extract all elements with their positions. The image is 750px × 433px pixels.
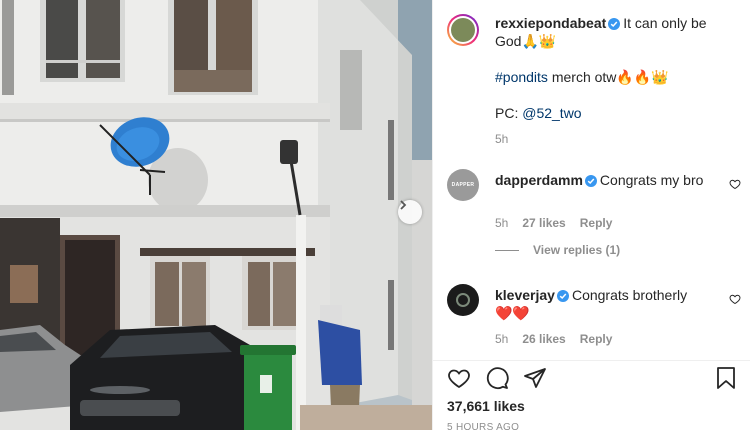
caption-line3: PC: @52_two [495,104,719,122]
commenter-username[interactable]: kleverjay [495,287,555,303]
comments-list[interactable]: rexxiepondabeat It can only be God🙏👑 #pon… [433,0,750,360]
house-photo [0,0,432,430]
commenter-avatar[interactable]: DAPPER [447,169,479,201]
heart-icon[interactable] [447,366,471,390]
reply-button[interactable]: Reply [580,332,613,346]
post-photo[interactable] [0,0,432,430]
comment-emoji: ❤️❤️ [495,305,530,321]
instagram-post: rexxiepondabeat It can only be God🙏👑 #pon… [0,0,750,433]
comment-icon[interactable] [485,366,509,390]
action-bar [447,366,738,392]
comments-panel: rexxiepondabeat It can only be God🙏👑 #pon… [432,0,750,433]
view-replies-button[interactable]: View replies (1) [495,243,620,257]
comment-item: DAPPER dapperdamm Congrats my bro 5h 27 li… [447,169,741,239]
posted-time[interactable]: 5 HOURS AGO [447,422,519,433]
caption-line2-text: merch otw [547,69,617,85]
divider [433,360,750,361]
comment-likes[interactable]: 27 likes [522,216,565,230]
heart-icon[interactable] [729,178,741,190]
carousel-next-button[interactable] [398,200,422,224]
hashtag-link[interactable]: #pondits [495,69,548,85]
caption-line1-emoji: 🙏👑 [521,33,557,49]
caption-text: rexxiepondabeat It can only be God🙏👑 #pon… [495,14,719,122]
caption-time[interactable]: 5h [495,132,508,146]
comment-text: kleverjay Congrats brotherly ❤️❤️ [495,286,719,322]
view-replies-label: View replies (1) [533,243,621,257]
photo-credit-label: PC: [495,105,523,121]
commenter-username[interactable]: dapperdamm [495,172,583,188]
author-username[interactable]: rexxiepondabeat [495,15,606,31]
reply-button[interactable]: Reply [580,216,613,230]
comment-time[interactable]: 5h [495,332,508,346]
paper-plane-icon[interactable] [523,366,547,390]
likes-count[interactable]: 37,661 likes [447,398,525,414]
caption-line2-emoji: 🔥🔥👑 [616,69,669,85]
author-avatar[interactable] [447,14,479,46]
comment-body: Congrats my bro [599,172,704,188]
verified-badge-icon [584,175,597,187]
replies-line [495,250,519,252]
mention-link[interactable]: @52_two [522,105,581,121]
comment-item: kleverjay Congrats brotherly ❤️❤️ 5h 26 lik… [447,284,741,354]
bookmark-icon[interactable] [714,366,738,390]
comment-body: Congrats brotherly [571,287,688,303]
comment-time[interactable]: 5h [495,216,508,230]
comment-text: dapperdamm Congrats my bro [495,171,719,189]
verified-badge-icon [556,290,569,302]
commenter-avatar[interactable] [447,284,479,316]
comment-meta: 5h 27 likes Reply [495,216,626,230]
comment-meta: 5h 26 likes Reply [495,332,626,346]
avatar-label: DAPPER [451,182,475,188]
comment-likes[interactable]: 26 likes [522,332,565,346]
caption: rexxiepondabeat It can only be God🙏👑 #pon… [447,14,741,154]
chevron-right-icon [400,200,407,210]
caption-line2: #pondits merch otw🔥🔥👑 [495,68,719,86]
caption-meta: 5h [495,132,522,146]
verified-badge-icon [608,18,621,30]
heart-icon[interactable] [729,293,741,305]
